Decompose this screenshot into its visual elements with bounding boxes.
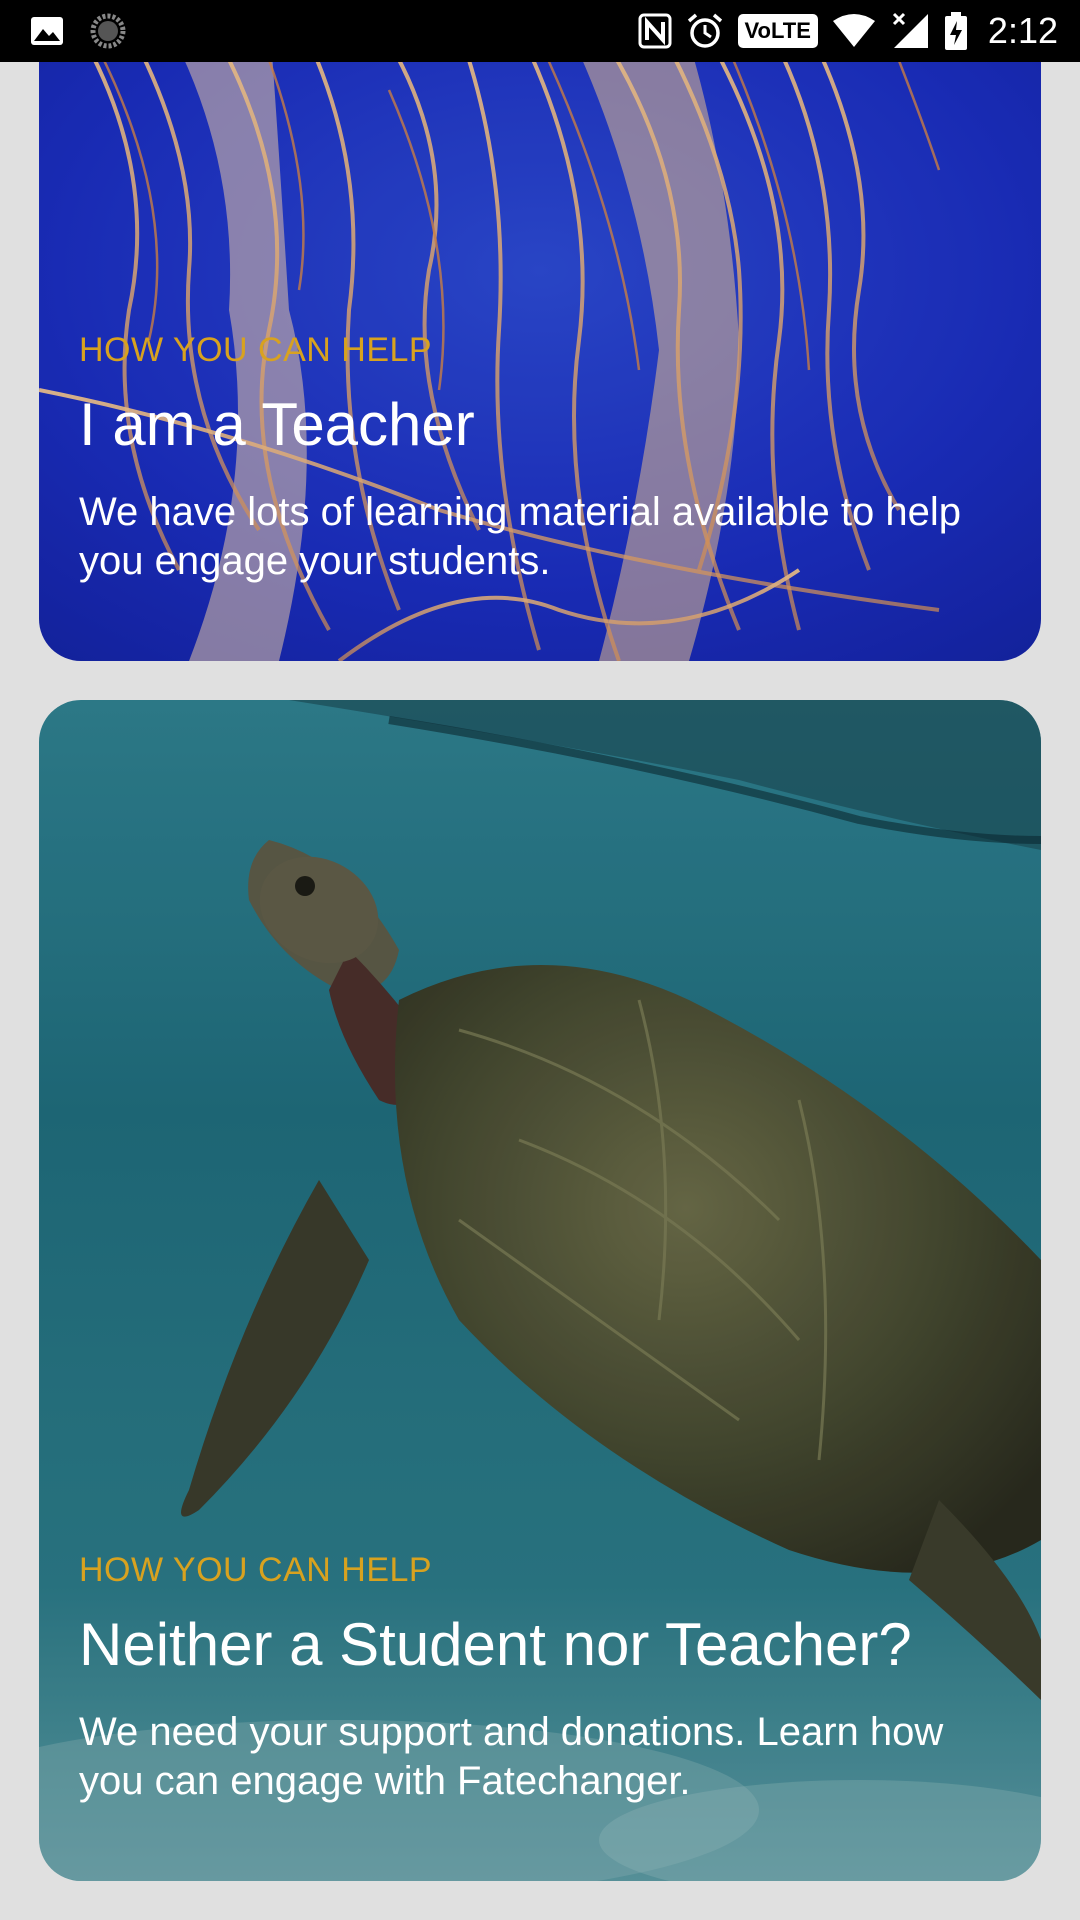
card-description: We need your support and donations. Lear…	[79, 1710, 944, 1803]
image-icon	[30, 11, 64, 51]
status-right: VoLTE 2:12	[638, 0, 1058, 62]
nfc-icon	[638, 11, 672, 51]
card-eyebrow: HOW YOU CAN HELP	[79, 331, 433, 369]
status-left	[30, 0, 126, 62]
status-time: 2:12	[987, 10, 1058, 51]
alarm-icon	[686, 11, 724, 51]
supporter-card[interactable]: HOW YOU CAN HELP Neither a Student nor T…	[39, 700, 1041, 1881]
volte-label: VoLTE	[737, 14, 818, 48]
screen: VoLTE 2:12 HOW YOU CAN HELP I am a Teach…	[0, 0, 1080, 1920]
sync-icon	[90, 11, 126, 51]
card-description: We have lots of learning material availa…	[79, 490, 961, 583]
status-bar: VoLTE 2:12	[0, 0, 1080, 62]
teacher-card[interactable]: HOW YOU CAN HELP I am a Teacher We have …	[39, 10, 1041, 661]
battery-charging-icon	[944, 11, 968, 51]
card-eyebrow: HOW YOU CAN HELP	[79, 1551, 433, 1589]
wifi-icon	[832, 11, 876, 51]
card-title: Neither a Student nor Teacher?	[79, 1611, 912, 1678]
supporter-card-text: HOW YOU CAN HELP Neither a Student nor T…	[79, 1548, 1001, 1806]
volte-icon: VoLTE	[737, 11, 818, 51]
card-title: I am a Teacher	[79, 391, 475, 458]
signal-icon	[890, 11, 930, 51]
teacher-card-text: HOW YOU CAN HELP I am a Teacher We have …	[79, 328, 1001, 586]
